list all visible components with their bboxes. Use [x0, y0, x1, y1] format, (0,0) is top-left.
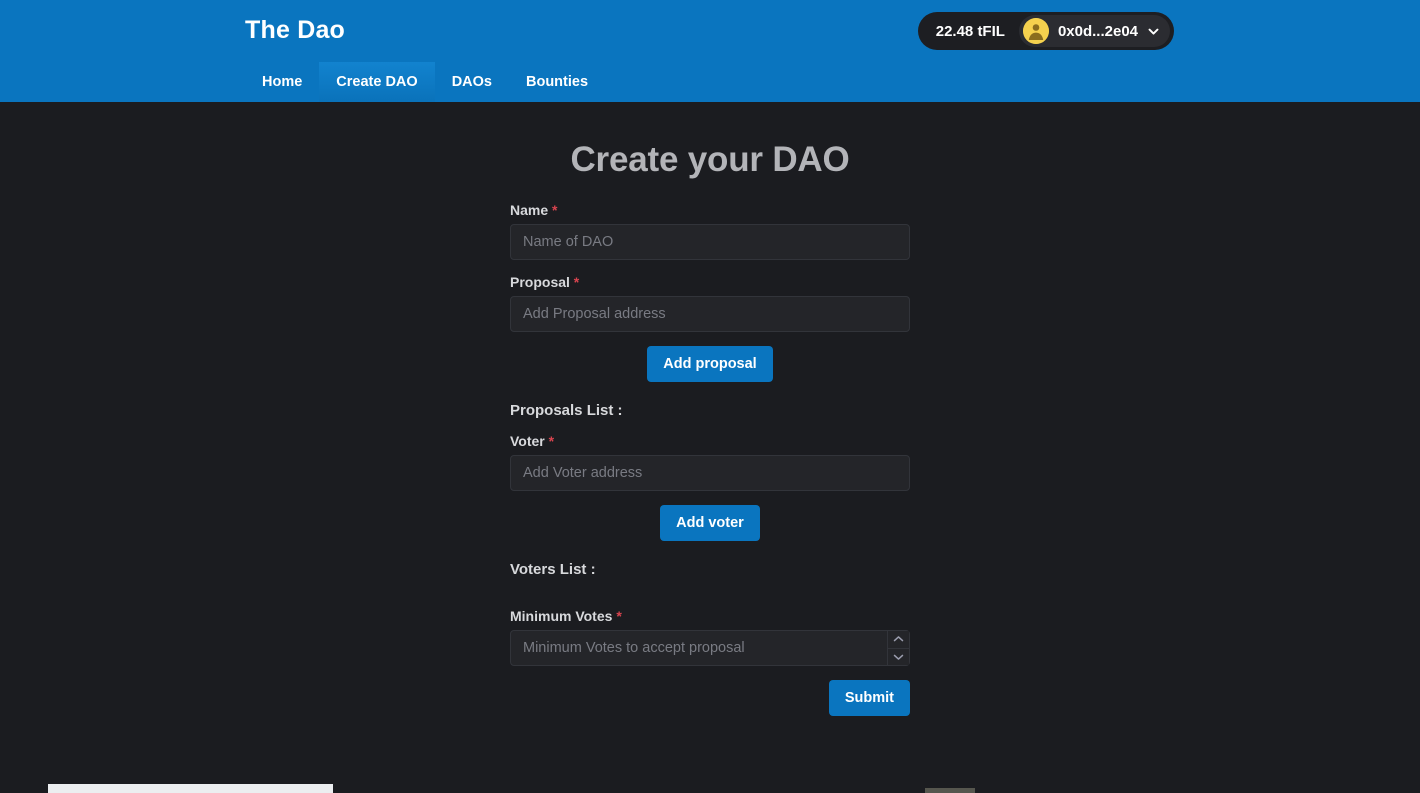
site-header: The Dao 22.48 tFIL 0x0d...2e04 Home Crea… [0, 0, 1420, 102]
user-avatar-icon [1022, 18, 1049, 44]
proposal-field-label: Proposal * [510, 274, 910, 290]
nav-item-label: DAOs [451, 74, 492, 90]
nav-item-create-dao[interactable]: Create DAO [319, 62, 435, 102]
chevron-down-icon [1147, 25, 1160, 38]
name-field-label: Name * [510, 202, 910, 218]
proposal-input[interactable] [510, 296, 910, 332]
footer-chip [925, 788, 975, 793]
required-asterisk: * [616, 608, 622, 624]
nav-item-daos[interactable]: DAOs [435, 62, 509, 102]
footer-progress-bar [48, 784, 333, 793]
add-proposal-button[interactable]: Add proposal [647, 346, 773, 382]
wallet-pill[interactable]: 22.48 tFIL 0x0d...2e04 [917, 12, 1174, 50]
add-proposal-button-row: Add proposal [510, 346, 910, 382]
minimum-votes-label-text: Minimum Votes [510, 608, 613, 624]
add-voter-button-row: Add voter [510, 505, 910, 541]
chevron-down-icon[interactable] [888, 648, 909, 665]
main-navigation: Home Create DAO DAOs Bounties [245, 62, 605, 102]
chevron-up-icon[interactable] [888, 631, 909, 649]
required-asterisk: * [548, 433, 555, 449]
nav-item-bounties[interactable]: Bounties [509, 62, 605, 102]
name-input[interactable] [510, 224, 910, 260]
main-content: Create your DAO Name * Proposal * Add pr… [0, 102, 1420, 793]
required-asterisk: * [552, 202, 558, 218]
voter-field-label: Voter * [510, 433, 910, 449]
brand-title[interactable]: The Dao [245, 16, 345, 45]
minimum-votes-stepper [510, 630, 910, 666]
proposals-list-heading: Proposals List : [510, 402, 623, 419]
name-label-text: Name [510, 202, 549, 218]
wallet-account-button[interactable]: 0x0d...2e04 [1018, 15, 1170, 47]
minimum-votes-field-label: Minimum Votes * [510, 608, 910, 624]
create-dao-form: Name * Proposal * Add proposal Proposals… [510, 202, 910, 716]
submit-button[interactable]: Submit [828, 680, 910, 716]
voter-label-text: Voter [510, 433, 545, 449]
minimum-votes-input[interactable] [510, 630, 910, 666]
nav-item-label: Create DAO [336, 74, 418, 90]
wallet-balance: 22.48 tFIL [935, 22, 1005, 40]
nav-item-home[interactable]: Home [245, 62, 319, 102]
number-spinner [887, 631, 909, 665]
nav-item-label: Bounties [525, 74, 589, 90]
wallet-address: 0x0d...2e04 [1057, 22, 1138, 40]
required-asterisk: * [573, 274, 580, 290]
nav-item-label: Home [262, 74, 303, 90]
page-title: Create your DAO [570, 140, 850, 179]
add-voter-button[interactable]: Add voter [660, 505, 760, 541]
voters-list-heading: Voters List : [510, 561, 596, 578]
proposal-label-text: Proposal [510, 274, 570, 290]
voter-input[interactable] [510, 455, 910, 491]
submit-button-row: Submit [510, 680, 910, 716]
